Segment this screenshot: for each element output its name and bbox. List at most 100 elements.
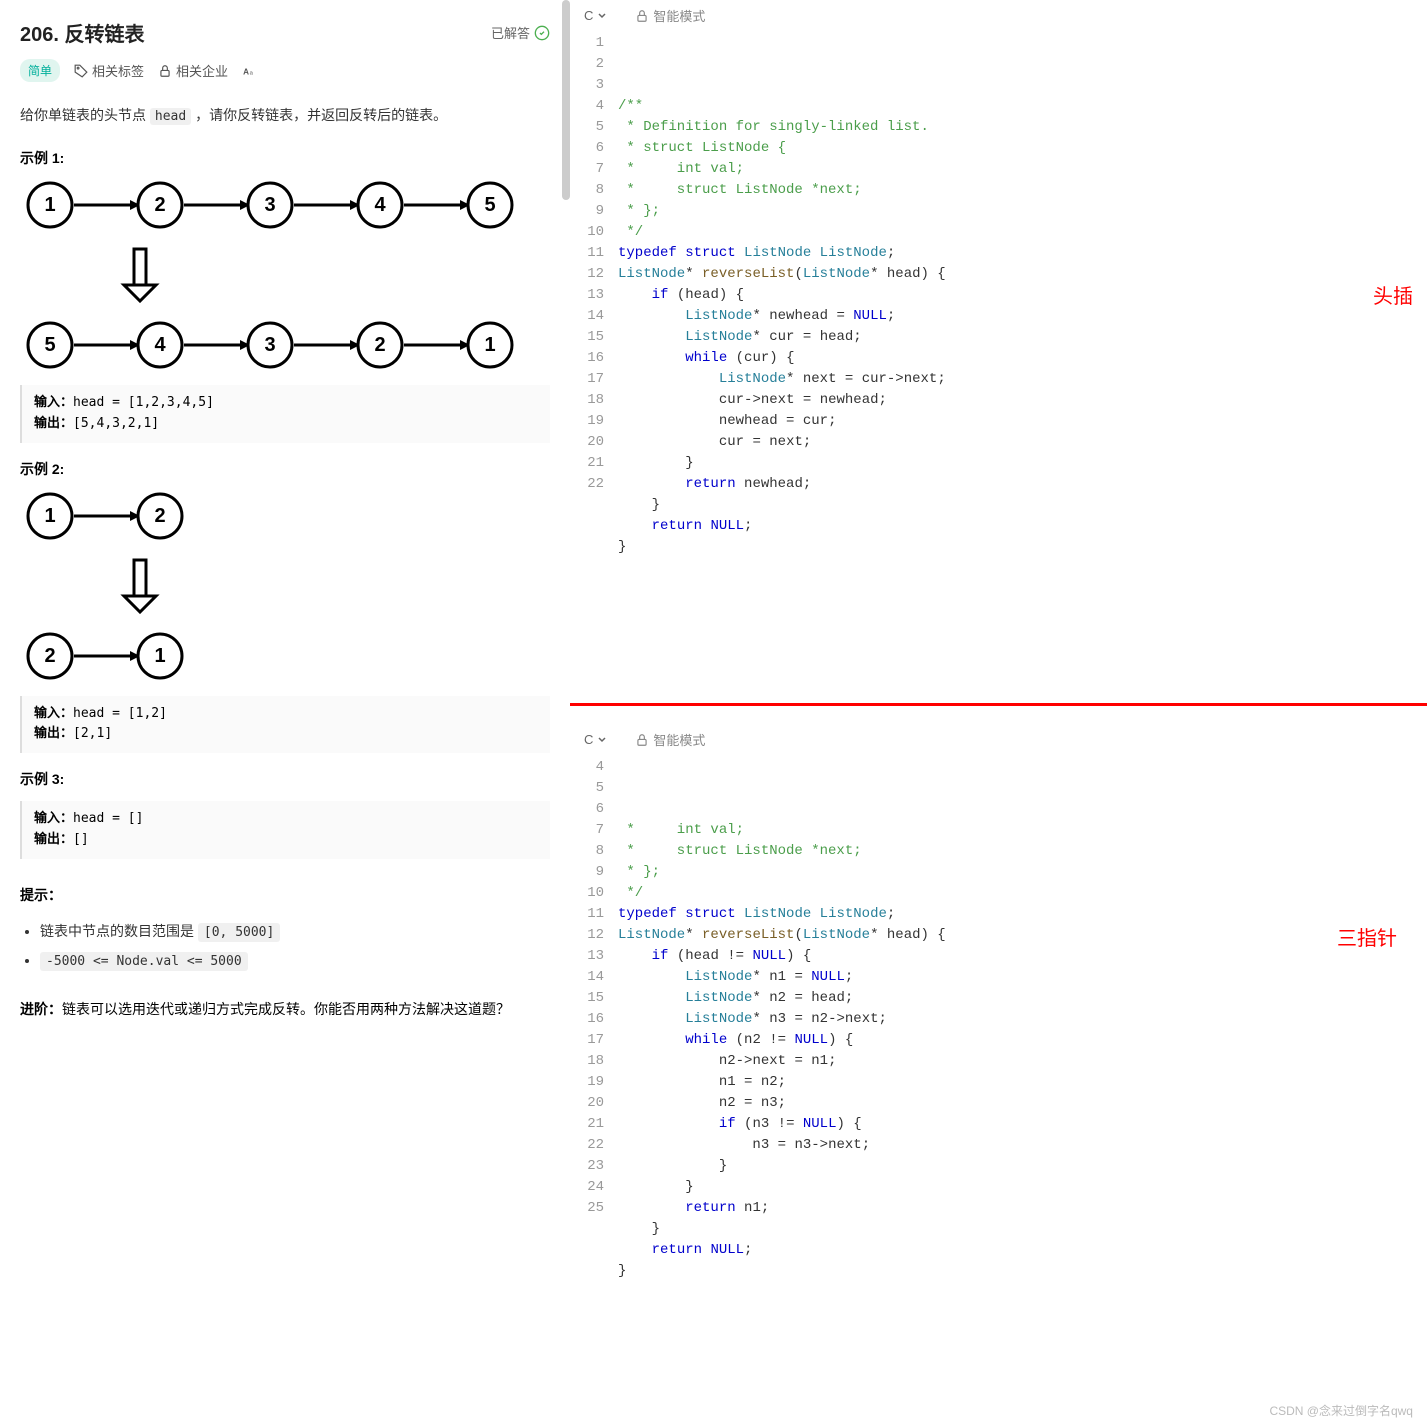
code-line: } — [618, 495, 1423, 516]
line-number: 6 — [574, 138, 604, 159]
annotation-label: 三指针 — [1337, 929, 1397, 950]
code-line: if (head != NULL) { — [618, 946, 1423, 967]
code-line: n3 = n3->next; — [618, 1135, 1423, 1156]
example-io: 输入：head = []输出：[] — [20, 801, 550, 859]
code-line: return NULL; — [618, 1240, 1423, 1261]
code-line: ListNode* newhead = NULL; — [618, 306, 1423, 327]
svg-text:5: 5 — [484, 194, 495, 216]
hint-item: 链表中节点的数目范围是 [0, 5000] — [40, 917, 550, 946]
line-number: 22 — [574, 474, 604, 495]
tags-row: 简单 相关标签 相关企业 Aa — [20, 59, 550, 82]
svg-text:1: 1 — [44, 194, 55, 216]
editor-header: C 智能模式 — [570, 0, 1427, 31]
code-line: * struct ListNode { — [618, 138, 1423, 159]
svg-text:2: 2 — [44, 645, 55, 667]
example-io: 输入：head = [1,2,3,4,5]输出：[5,4,3,2,1] — [20, 385, 550, 443]
code-line: n2->next = n1; — [618, 1051, 1423, 1072]
line-number: 24 — [574, 1177, 604, 1198]
code-line: while (cur) { — [618, 348, 1423, 369]
line-number: 7 — [574, 159, 604, 180]
lock-icon — [635, 9, 649, 23]
line-number: 22 — [574, 1135, 604, 1156]
svg-text:2: 2 — [374, 334, 385, 356]
code-line: cur = next; — [618, 432, 1423, 453]
hints-header: 提示： — [20, 885, 550, 905]
advanced-section: 进阶：链表可以选用迭代或递归方式完成反转。你能否用两种方法解决这道题？ — [20, 999, 550, 1019]
lock-icon — [635, 733, 649, 747]
code-line: * struct ListNode *next; — [618, 180, 1423, 201]
line-number: 12 — [574, 264, 604, 285]
solved-status: 已解答 — [491, 23, 550, 42]
code-line: return newhead; — [618, 474, 1423, 495]
line-number: 14 — [574, 967, 604, 988]
editor-top: C 智能模式 123456789101112131415161718192021… — [570, 0, 1427, 706]
line-number: 18 — [574, 390, 604, 411]
line-number: 7 — [574, 820, 604, 841]
hint-item: -5000 <= Node.val <= 5000 — [40, 946, 550, 975]
line-number: 2 — [574, 54, 604, 75]
code-line: } — [618, 537, 1423, 558]
companies-button[interactable]: 相关企业 — [158, 61, 228, 80]
mode-label[interactable]: 智能模式 — [635, 730, 705, 749]
code-editor[interactable]: 45678910111213141516171819202122232425 三… — [570, 755, 1427, 1427]
code-line: * int val; — [618, 820, 1423, 841]
code-line: newhead = cur; — [618, 411, 1423, 432]
difficulty-badge[interactable]: 简单 — [20, 59, 60, 82]
watermark: CSDN @念来过倒字名qwq — [1269, 1402, 1413, 1419]
line-number: 23 — [574, 1156, 604, 1177]
line-number: 9 — [574, 201, 604, 222]
line-number: 3 — [574, 75, 604, 96]
line-number: 21 — [574, 453, 604, 474]
editor-header: C 智能模式 — [570, 724, 1427, 755]
line-number: 16 — [574, 348, 604, 369]
code-line: n1 = n2; — [618, 1072, 1423, 1093]
hints-list: 链表中节点的数目范围是 [0, 5000]-5000 <= Node.val <… — [20, 917, 550, 975]
line-number: 18 — [574, 1051, 604, 1072]
code-editor[interactable]: 12345678910111213141516171819202122 头插 /… — [570, 31, 1427, 703]
code-line: if (n3 != NULL) { — [618, 1114, 1423, 1135]
line-number: 16 — [574, 1009, 604, 1030]
mode-label[interactable]: 智能模式 — [635, 6, 705, 25]
line-number: 11 — [574, 904, 604, 925]
code-line: } — [618, 1219, 1423, 1240]
language-selector[interactable]: C — [584, 8, 607, 23]
code-line: ListNode* cur = head; — [618, 327, 1423, 348]
svg-text:a: a — [250, 70, 254, 76]
font-size-button[interactable]: Aa — [242, 64, 256, 78]
code-editors-panel: C 智能模式 123456789101112131415161718192021… — [570, 0, 1427, 1427]
code-line: ListNode* n3 = n2->next; — [618, 1009, 1423, 1030]
chevron-down-icon — [597, 11, 607, 21]
line-number: 1 — [574, 33, 604, 54]
svg-text:1: 1 — [154, 645, 165, 667]
linked-list-diagram: 21 — [20, 631, 550, 686]
svg-text:2: 2 — [154, 194, 165, 216]
line-number: 20 — [574, 432, 604, 453]
lock-icon — [158, 64, 172, 78]
scrollbar[interactable] — [562, 0, 570, 200]
line-number: 5 — [574, 117, 604, 138]
code-line: } — [618, 1261, 1423, 1282]
example-header: 示例 1: — [20, 148, 550, 168]
svg-text:3: 3 — [264, 194, 275, 216]
chevron-down-icon — [597, 735, 607, 745]
code-line: * Definition for singly-linked list. — [618, 117, 1423, 138]
svg-text:4: 4 — [154, 334, 166, 356]
code-line: ListNode* reverseList(ListNode* head) { — [618, 925, 1423, 946]
line-number: 13 — [574, 946, 604, 967]
tags-button[interactable]: 相关标签 — [74, 61, 144, 80]
code-line: /** — [618, 96, 1423, 117]
line-number: 8 — [574, 841, 604, 862]
line-number: 17 — [574, 369, 604, 390]
language-selector[interactable]: C — [584, 732, 607, 747]
line-number: 4 — [574, 757, 604, 778]
code-line: ListNode* next = cur->next; — [618, 369, 1423, 390]
code-line: return NULL; — [618, 516, 1423, 537]
code-line: * struct ListNode *next; — [618, 841, 1423, 862]
svg-text:A: A — [243, 67, 249, 76]
code-line: if (head) { — [618, 285, 1423, 306]
line-number: 15 — [574, 327, 604, 348]
line-number: 12 — [574, 925, 604, 946]
code-line: * int val; — [618, 159, 1423, 180]
code-line: return n1; — [618, 1198, 1423, 1219]
line-number: 25 — [574, 1198, 604, 1219]
